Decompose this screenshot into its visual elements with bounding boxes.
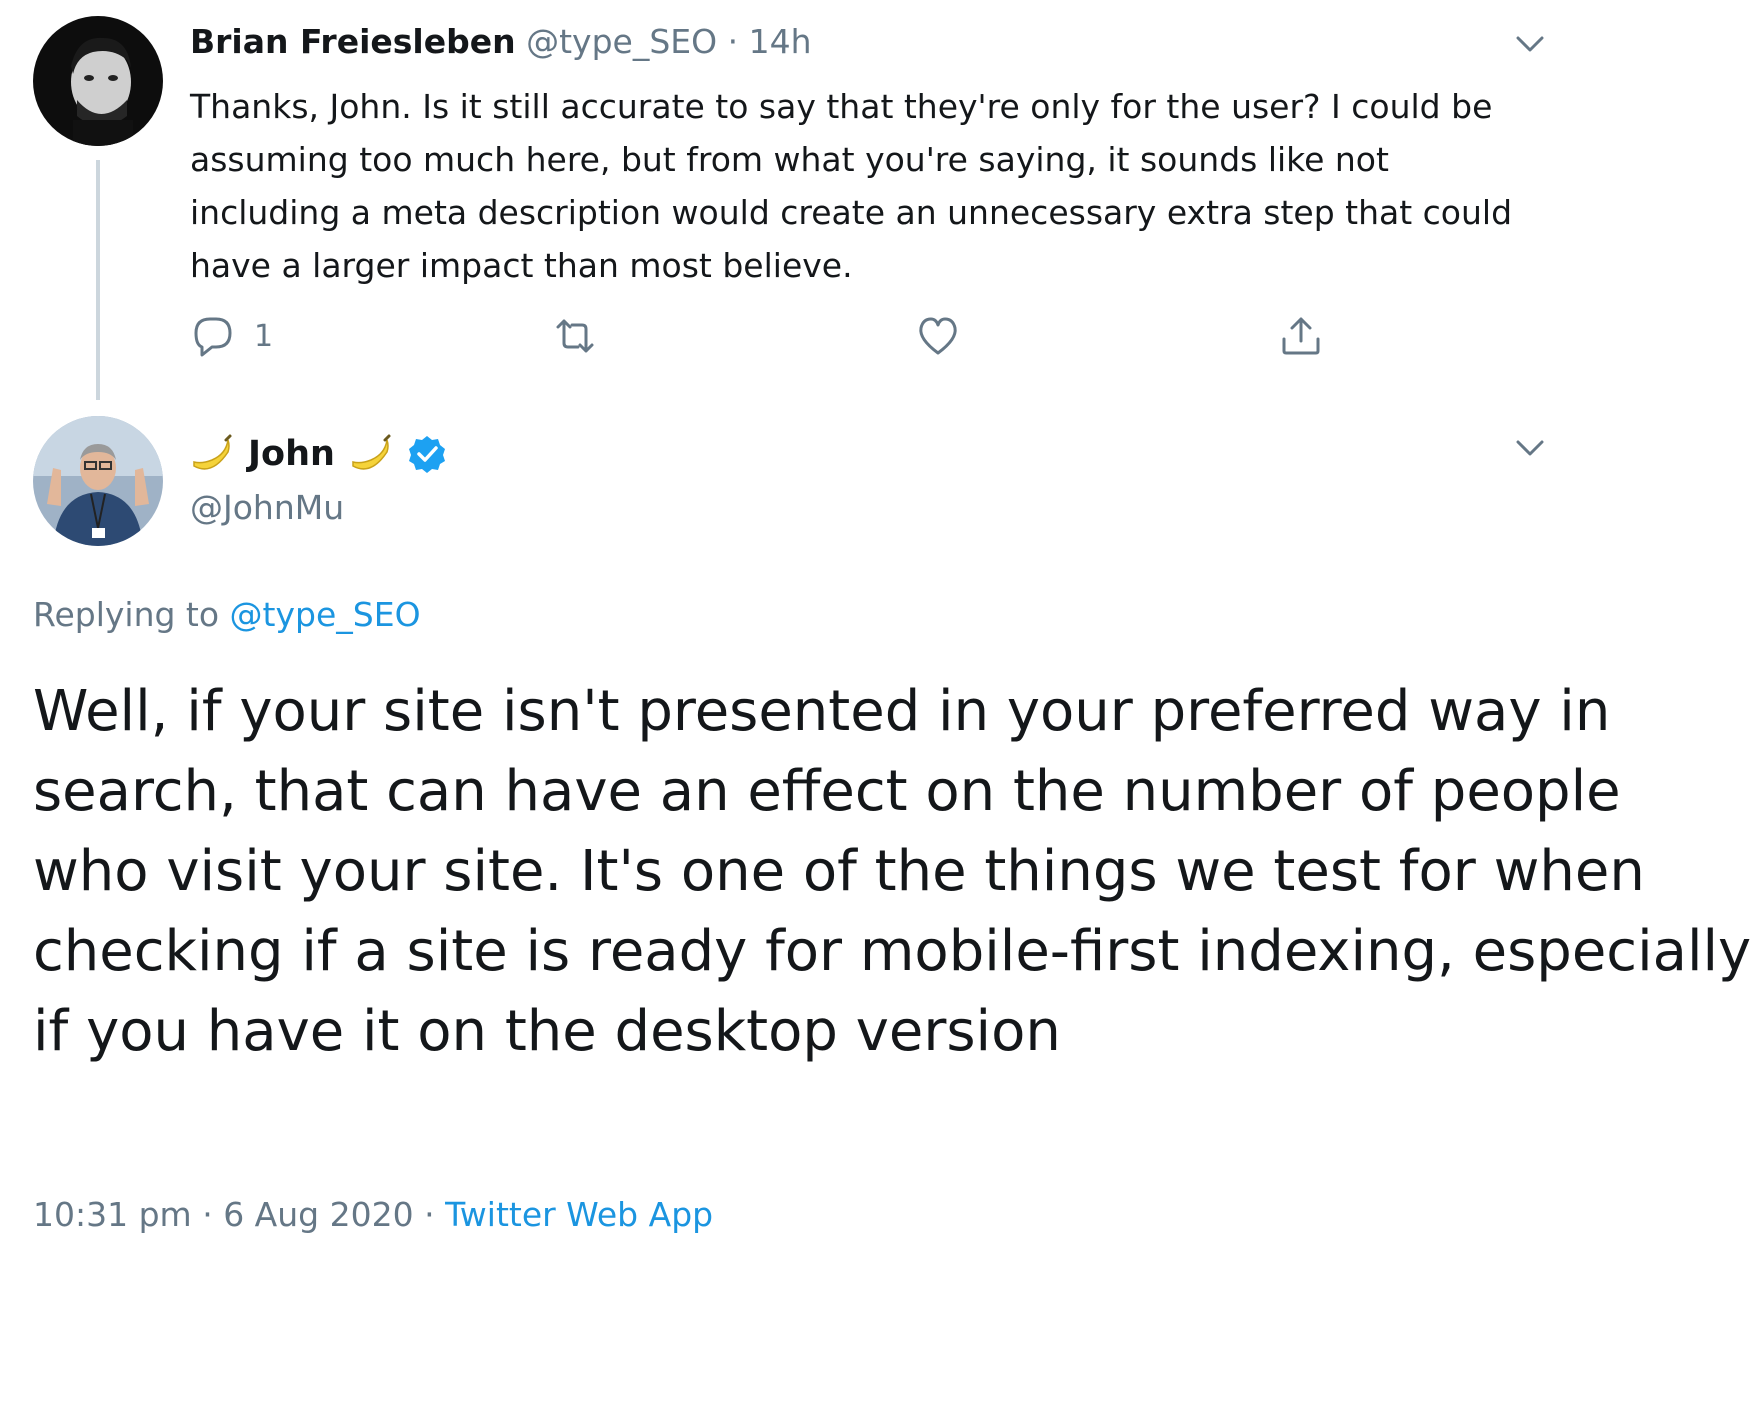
tweet-source-link[interactable]: Twitter Web App	[445, 1195, 713, 1234]
main-author-handle[interactable]: @JohnMu	[190, 488, 344, 527]
chevron-down-icon[interactable]	[1510, 428, 1550, 468]
meta-separator: ·	[424, 1195, 435, 1234]
share-action[interactable]	[1278, 313, 1324, 359]
like-action[interactable]	[915, 313, 961, 359]
reply-separator: ·	[727, 22, 739, 61]
replying-to-line: Replying to @type_SEO	[33, 595, 421, 634]
replying-to-label: Replying to	[33, 595, 220, 634]
replying-to-mention[interactable]: @type_SEO	[230, 595, 421, 634]
verified-badge-icon	[408, 436, 445, 473]
banana-icon	[193, 434, 232, 470]
tweet-metadata: 10:31 pm · 6 Aug 2020 · Twitter Web App	[33, 1195, 713, 1234]
reply-count: 1	[254, 318, 274, 354]
retweet-icon	[556, 319, 594, 353]
main-author-name[interactable]: John	[248, 434, 335, 474]
tweet-time[interactable]: 10:31 pm	[33, 1195, 192, 1234]
john-avatar[interactable]	[33, 416, 163, 546]
main-tweet-header: John	[190, 432, 447, 476]
like-icon	[919, 317, 957, 355]
reply-action-bar: 1	[190, 313, 1340, 363]
chevron-down-icon[interactable]	[1510, 24, 1550, 64]
tweet-date[interactable]: 6 Aug 2020	[223, 1195, 413, 1234]
thread-connector-line	[96, 160, 100, 400]
reply-action[interactable]: 1	[190, 313, 273, 359]
banana-icon	[352, 434, 391, 470]
meta-separator: ·	[202, 1195, 213, 1234]
main-tweet-text: Well, if your site isn't presented in yo…	[33, 679, 1752, 1064]
reply-tweet-header: Brian Freiesleben @type_SEO · 14h	[190, 22, 812, 61]
retweet-action[interactable]	[552, 313, 598, 359]
reply-author-name[interactable]: Brian Freiesleben	[190, 22, 516, 61]
reply-tweet-text: Thanks, John. Is it still accurate to sa…	[190, 87, 1513, 285]
reply-icon	[194, 317, 232, 357]
reply-author-handle[interactable]: @type_SEO	[526, 22, 717, 61]
share-icon	[1282, 317, 1320, 355]
reply-timestamp[interactable]: 14h	[749, 22, 812, 61]
brian-avatar[interactable]	[33, 16, 163, 146]
